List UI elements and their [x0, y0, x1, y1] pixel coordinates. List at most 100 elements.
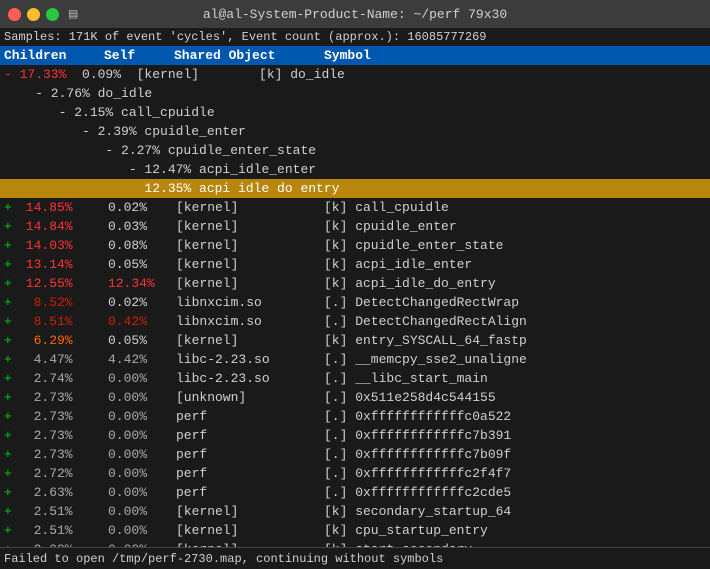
table-row-17[interactable]: + 2.51% 0.00% [kernel] [k] cpu_startup_e…: [0, 521, 710, 540]
indent-row-2: - 2.15% call_cpuidle: [0, 103, 710, 122]
indent-row-0: - 17.33% 0.09% [kernel][k] do_idle: [0, 65, 710, 84]
cell-shared: perf: [176, 447, 324, 462]
cell-symbol: [.] 0xffffffffffffc7b09f: [324, 447, 706, 462]
title-bar: ▤ al@al-System-Product-Name: ~/perf 79x3…: [0, 0, 710, 28]
cell-shared: [kernel]: [176, 219, 324, 234]
cell-children: 2.72%: [18, 466, 108, 481]
cell-children: 12.55%: [18, 276, 108, 291]
cell-symbol: [k] entry_SYSCALL_64_fastp: [324, 333, 706, 348]
row-prefix: +: [4, 466, 18, 481]
cell-self: 0.05%: [108, 257, 176, 272]
cell-symbol: [k] start_secondary: [324, 542, 706, 547]
table-row-4[interactable]: + 12.55% 12.34% [kernel] [k] acpi_idle_d…: [0, 274, 710, 293]
cell-symbol: [.] DetectChangedRectAlign: [324, 314, 706, 329]
column-headers: Children Self Shared Object Symbol: [0, 46, 710, 65]
window-controls: [8, 8, 59, 21]
cell-self: 0.08%: [108, 238, 176, 253]
table-row-5[interactable]: + 8.52% 0.02% libnxcim.so [.] DetectChan…: [0, 293, 710, 312]
row-prefix: +: [4, 409, 18, 424]
table-row-3[interactable]: + 13.14% 0.05% [kernel] [k] acpi_idle_en…: [0, 255, 710, 274]
row-prefix: +: [4, 542, 18, 547]
terminal[interactable]: Samples: 171K of event 'cycles', Event c…: [0, 28, 710, 547]
cell-shared: libc-2.23.so: [176, 352, 324, 367]
cell-children: 2.74%: [18, 371, 108, 386]
row-prefix: +: [4, 447, 18, 462]
highlighted-row[interactable]: 12.35% acpi idle do entry: [0, 179, 710, 198]
cell-children: 2.51%: [18, 504, 108, 519]
cell-self: 0.00%: [108, 390, 176, 405]
cell-shared: [kernel]: [176, 200, 324, 215]
minimize-button[interactable]: [27, 8, 40, 21]
cell-children: 14.85%: [18, 200, 108, 215]
indent-row-5: - 12.47% acpi_idle_enter: [0, 160, 710, 179]
cell-children: 2.73%: [18, 390, 108, 405]
cell-shared: [kernel]: [176, 333, 324, 348]
table-row-10[interactable]: + 2.73% 0.00% [unknown] [.] 0x511e258d4c…: [0, 388, 710, 407]
cell-symbol: [.] 0xffffffffffffc2f4f7: [324, 466, 706, 481]
cell-children: 2.51%: [18, 523, 108, 538]
row-prefix: +: [4, 352, 18, 367]
status-bar: Failed to open /tmp/perf-2730.map, conti…: [0, 547, 710, 569]
cell-symbol: [k] cpuidle_enter: [324, 219, 706, 234]
cell-self: 4.42%: [108, 352, 176, 367]
cell-symbol: [.] 0xffffffffffffc7b391: [324, 428, 706, 443]
table-row-6[interactable]: + 8.51% 0.42% libnxcim.so [.] DetectChan…: [0, 312, 710, 331]
row-prefix: +: [4, 428, 18, 443]
cell-symbol: [k] call_cpuidle: [324, 200, 706, 215]
cell-shared: perf: [176, 485, 324, 500]
table-row-2[interactable]: + 14.03% 0.08% [kernel] [k] cpuidle_ente…: [0, 236, 710, 255]
close-button[interactable]: [8, 8, 21, 21]
cell-self: 0.03%: [108, 219, 176, 234]
cell-shared: [kernel]: [176, 257, 324, 272]
cell-symbol: [k] secondary_startup_64: [324, 504, 706, 519]
table-row-12[interactable]: + 2.73% 0.00% perf [.] 0xffffffffffffc7b…: [0, 426, 710, 445]
cell-shared: libc-2.23.so: [176, 371, 324, 386]
table-row-9[interactable]: + 2.74% 0.00% libc-2.23.so [.] __libc_st…: [0, 369, 710, 388]
cell-symbol: [k] acpi_idle_enter: [324, 257, 706, 272]
cell-self: 0.00%: [108, 409, 176, 424]
maximize-button[interactable]: [46, 8, 59, 21]
row-prefix: +: [4, 257, 18, 272]
cell-self: 0.00%: [108, 542, 176, 547]
cell-children: 13.14%: [18, 257, 108, 272]
table-row-0[interactable]: + 14.85% 0.02% [kernel] [k] call_cpuidle: [0, 198, 710, 217]
cell-symbol: [k] cpuidle_enter_state: [324, 238, 706, 253]
cell-self: 0.00%: [108, 447, 176, 462]
table-row-1[interactable]: + 14.84% 0.03% [kernel] [k] cpuidle_ente…: [0, 217, 710, 236]
table-row-13[interactable]: + 2.73% 0.00% perf [.] 0xffffffffffffc7b…: [0, 445, 710, 464]
table-row-8[interactable]: + 4.47% 4.42% libc-2.23.so [.] __memcpy_…: [0, 350, 710, 369]
cell-self: 0.05%: [108, 333, 176, 348]
cell-shared: libnxcim.so: [176, 295, 324, 310]
samples-text: Samples: 171K of event 'cycles', Event c…: [4, 30, 486, 44]
row-prefix: +: [4, 504, 18, 519]
table-row-11[interactable]: + 2.73% 0.00% perf [.] 0xffffffffffffc0a…: [0, 407, 710, 426]
cell-shared: [kernel]: [176, 276, 324, 291]
indent-row-3: - 2.39% cpuidle_enter: [0, 122, 710, 141]
cell-shared: perf: [176, 428, 324, 443]
row-prefix: +: [4, 314, 18, 329]
cell-shared: [kernel]: [176, 504, 324, 519]
cell-self: 0.02%: [108, 295, 176, 310]
cell-symbol: [.] 0x511e258d4c544155: [324, 390, 706, 405]
table-row-14[interactable]: + 2.72% 0.00% perf [.] 0xffffffffffffc2f…: [0, 464, 710, 483]
table-row-18[interactable]: + 2.09% 0.00% [kernel] [k] start_seconda…: [0, 540, 710, 547]
cell-children: 8.51%: [18, 314, 108, 329]
row-prefix: +: [4, 276, 18, 291]
col-header-symbol: Symbol: [324, 48, 706, 63]
cell-children: 14.84%: [18, 219, 108, 234]
table-row-15[interactable]: + 2.63% 0.00% perf [.] 0xffffffffffffc2c…: [0, 483, 710, 502]
cell-children: 4.47%: [18, 352, 108, 367]
row-prefix: +: [4, 219, 18, 234]
cell-shared: libnxcim.so: [176, 314, 324, 329]
cell-children: 2.73%: [18, 409, 108, 424]
cell-children: 2.73%: [18, 428, 108, 443]
cell-children: 8.52%: [18, 295, 108, 310]
table-row-16[interactable]: + 2.51% 0.00% [kernel] [k] secondary_sta…: [0, 502, 710, 521]
cell-self: 0.02%: [108, 200, 176, 215]
row-prefix: +: [4, 238, 18, 253]
cell-symbol: [.] 0xffffffffffffc0a522: [324, 409, 706, 424]
cell-symbol: [k] acpi_idle_do_entry: [324, 276, 706, 291]
table-row-7[interactable]: + 6.29% 0.05% [kernel] [k] entry_SYSCALL…: [0, 331, 710, 350]
cell-children: 2.09%: [18, 542, 108, 547]
col-header-shared: Shared Object: [174, 48, 324, 63]
